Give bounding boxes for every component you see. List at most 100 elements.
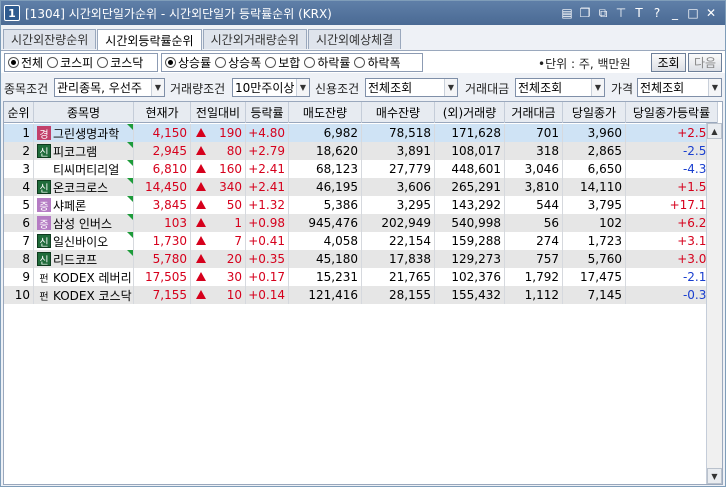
name-cell[interactable]: 증 샤페론: [34, 196, 134, 214]
radio-label: 보합: [278, 56, 301, 70]
radio-sort-flat[interactable]: 보합: [265, 54, 300, 71]
stock-name[interactable]: KODEX 코스닥: [53, 287, 132, 304]
stock-name[interactable]: 샤페론: [53, 197, 86, 214]
radio-dot: [304, 57, 316, 68]
amount-cell: 701: [505, 124, 563, 142]
name-cell[interactable]: 펀 KODEX 코스닥: [34, 286, 134, 304]
rank-cell: 5: [4, 196, 34, 214]
credit-condition-select[interactable]: 전체조회 ▼: [365, 78, 458, 97]
radio-sort-fall-amount[interactable]: 하락폭: [354, 54, 401, 71]
up-arrow-icon: [196, 182, 206, 191]
table-row[interactable]: 10 펀 KODEX 코스닥 7,155 10 +0.14 121,416 28,155 155…: [4, 286, 718, 304]
name-cell[interactable]: 신 일신바이오: [34, 232, 134, 250]
trade-amount-select[interactable]: 전체조회 ▼: [515, 78, 605, 97]
col-header[interactable]: 거래대금: [505, 102, 563, 123]
up-arrow-icon: [196, 164, 206, 173]
name-cell[interactable]: 신 피코그램: [34, 142, 134, 160]
vertical-scrollbar[interactable]: ▲ ▼: [706, 123, 722, 484]
stock-name[interactable]: 삼성 인버스: [53, 215, 112, 232]
table-row[interactable]: 9 펀 KODEX 레버리 17,505 30 +0.17 15,231 21,765 102,…: [4, 268, 718, 286]
table-row[interactable]: 2 신 피코그램 2,945 80 +2.79 18,620 3,891 108,017 318 2…: [4, 142, 718, 160]
maximize-icon[interactable]: □: [685, 5, 701, 21]
table-row[interactable]: 5 증 샤페론 3,845 50 +1.32 5,386 3,295 143,292 544 3,7…: [4, 196, 718, 214]
select-value: 전체조회: [640, 81, 685, 95]
col-header[interactable]: 매도잔량: [289, 102, 362, 123]
name-cell[interactable]: 증 삼성 인버스: [34, 214, 134, 232]
volume-condition-select[interactable]: 10만주이상 ▼: [232, 78, 310, 97]
chevron-down-icon: ▼: [708, 79, 721, 96]
close-icon[interactable]: ✕: [703, 5, 719, 21]
rank-cell: 7: [4, 232, 34, 250]
bid-cell: 17,838: [362, 250, 435, 268]
minimize-icon[interactable]: _: [667, 5, 683, 21]
radio-market-all[interactable]: 전체: [8, 54, 43, 71]
name-cell[interactable]: 신 온코크로스: [34, 178, 134, 196]
stock-name[interactable]: 티씨머티리얼: [53, 161, 119, 178]
change-cell: 7: [191, 232, 246, 250]
name-cell[interactable]: 신 리드코프: [34, 250, 134, 268]
radio-dot: [97, 57, 109, 68]
font-icon[interactable]: T: [631, 5, 647, 21]
scroll-down-icon[interactable]: ▼: [707, 468, 722, 484]
tab-offhours-rate[interactable]: 시간외등락률순위: [97, 29, 202, 50]
name-cell[interactable]: 펀 KODEX 레버리: [34, 268, 134, 286]
amount-cell: 56: [505, 214, 563, 232]
query-button[interactable]: 조회: [651, 53, 686, 72]
stock-name[interactable]: 리드코프: [53, 251, 97, 268]
tab-offhours-volume[interactable]: 시간외거래량순위: [202, 29, 307, 49]
help-icon[interactable]: ?: [649, 5, 665, 21]
col-header[interactable]: 종목명: [34, 102, 134, 123]
table-row[interactable]: 6 증 삼성 인버스 103 1 +0.98 945,476 202,949 540,998 56…: [4, 214, 718, 232]
col-header[interactable]: 매수잔량: [362, 102, 435, 123]
volume-cell: 448,601: [435, 160, 505, 178]
rank-cell: 8: [4, 250, 34, 268]
table-row[interactable]: 1 경 그린생명과학 4,150 190 +4.80 6,982 78,518 171,628 7…: [4, 124, 718, 142]
stock-condition-select[interactable]: 관리종목, 우선주 ▼: [54, 78, 165, 97]
name-cell[interactable]: 경 그린생명과학: [34, 124, 134, 142]
copy-icon[interactable]: ❐: [577, 5, 593, 21]
price-cell: 14,450: [134, 178, 191, 196]
radio-sort-rise-rate[interactable]: 상승률: [165, 54, 211, 71]
restore-icon[interactable]: ⧉: [595, 5, 611, 21]
next-button[interactable]: 다음: [688, 53, 722, 72]
col-header[interactable]: 당일종가등락률: [626, 102, 718, 123]
select-value: 전체조회: [518, 81, 563, 95]
pin-icon[interactable]: ⊤: [613, 5, 629, 21]
table-row[interactable]: 7 신 일신바이오 1,730 7 +0.41 4,058 22,154 159,288 274 1…: [4, 232, 718, 250]
radio-market-kospi[interactable]: 코스피: [47, 54, 93, 71]
col-header[interactable]: 등락률: [246, 102, 289, 123]
radio-market-kosdaq[interactable]: 코스닥: [97, 54, 143, 71]
table-row[interactable]: 4 신 온코크로스 14,450 340 +2.41 46,195 3,606 265,291 3…: [4, 178, 718, 196]
radio-sort-fall-rate[interactable]: 하락률: [304, 54, 350, 71]
ask-cell: 46,195: [289, 178, 362, 196]
stock-name[interactable]: 온코크로스: [53, 179, 108, 196]
corner-marker-icon: [127, 160, 133, 166]
ranking-table[interactable]: 순위 종목명 현재가 전일대비 등락률 매도잔량 매수잔량 (외)거래량 거래대…: [3, 101, 723, 485]
stock-status-badge: 펀: [39, 273, 49, 285]
table-row[interactable]: 3 티씨머티리얼 6,810 160 +2.41 68,123 27,779 448,601 3…: [4, 160, 718, 178]
col-header[interactable]: (외)거래량: [435, 102, 505, 123]
corner-marker-icon: [127, 250, 133, 256]
table-row[interactable]: 8 신 리드코프 5,780 20 +0.35 45,180 17,838 129,273 757…: [4, 250, 718, 268]
stock-name[interactable]: KODEX 레버리: [53, 269, 132, 286]
rank-cell: 2: [4, 142, 34, 160]
up-arrow-icon: [196, 128, 206, 137]
radio-sort-rise-amount[interactable]: 상승폭: [215, 54, 261, 71]
tab-offhours-expected[interactable]: 시간외예상체결: [307, 29, 402, 49]
grid-icon[interactable]: ▤: [559, 5, 575, 21]
stock-name[interactable]: 일신바이오: [53, 233, 108, 250]
name-cell[interactable]: 티씨머티리얼: [34, 160, 134, 178]
close-rate-cell: +6.25: [626, 214, 718, 232]
col-header[interactable]: 순위: [4, 102, 34, 123]
col-header[interactable]: 전일대비: [191, 102, 246, 123]
col-header[interactable]: 당일종가: [563, 102, 626, 123]
scroll-up-icon[interactable]: ▲: [707, 123, 722, 139]
price-select[interactable]: 전체조회 ▼: [637, 78, 722, 97]
tab-offhours-balance[interactable]: 시간외잔량순위: [3, 29, 97, 49]
stock-name[interactable]: 그린생명과학: [53, 125, 119, 142]
rank-cell: 9: [4, 268, 34, 286]
col-header[interactable]: 현재가: [134, 102, 191, 123]
radio-label: 전체: [21, 56, 44, 70]
close-rate-cell: +1.58: [626, 178, 718, 196]
stock-name[interactable]: 피코그램: [53, 143, 97, 160]
